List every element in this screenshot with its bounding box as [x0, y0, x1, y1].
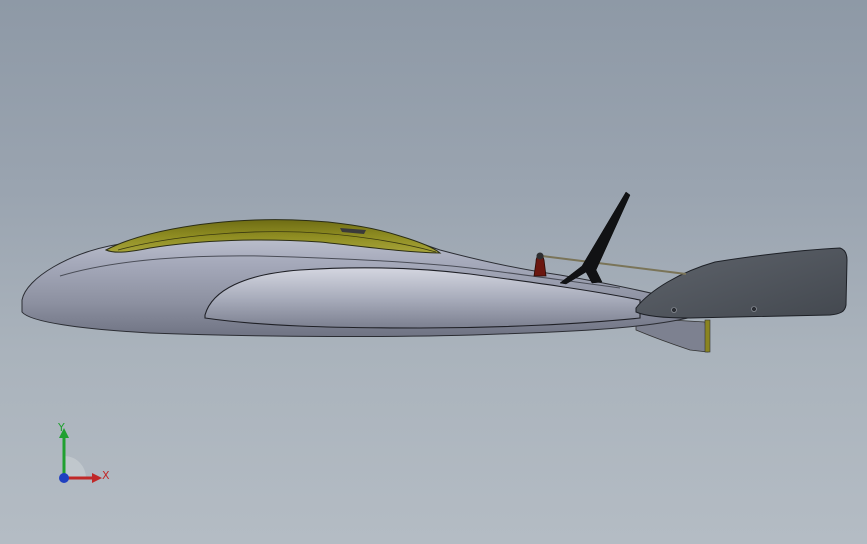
x-axis-label: X	[102, 469, 110, 482]
fitting-head	[536, 252, 544, 260]
stay-wire	[541, 255, 687, 275]
tail-fin[interactable]	[635, 247, 848, 319]
graphics-viewport[interactable]: Y X	[0, 0, 867, 544]
y-axis-label: Y	[58, 421, 65, 434]
x-axis-arrowhead	[92, 473, 102, 483]
mast[interactable]	[559, 191, 631, 285]
keel-edge	[704, 319, 711, 353]
hull-model[interactable]	[0, 0, 867, 544]
tail-bolt-front	[671, 307, 677, 313]
z-axis-dot	[59, 473, 69, 483]
tail-bolt-rear	[751, 306, 757, 312]
coordinate-triad: Y X	[50, 420, 120, 490]
